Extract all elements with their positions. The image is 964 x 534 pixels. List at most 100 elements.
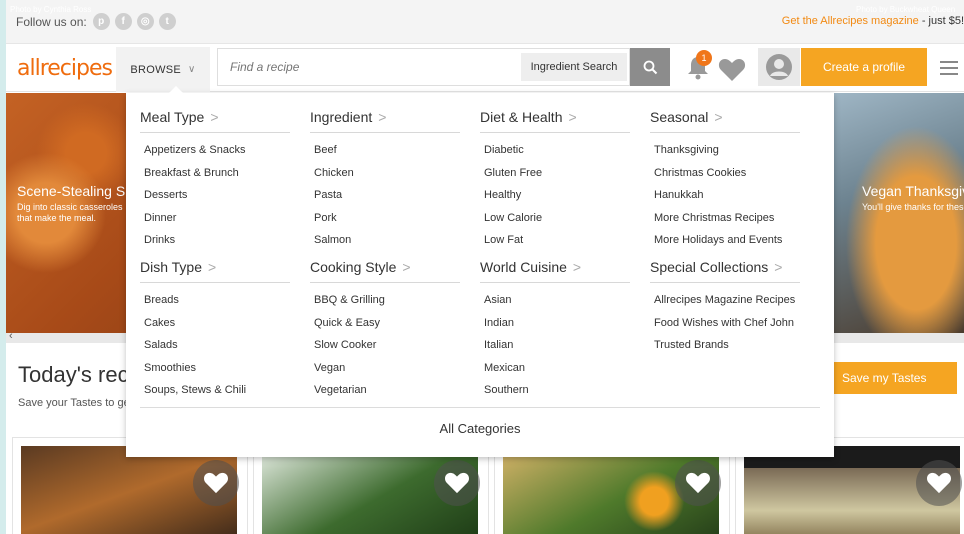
category-link[interactable]: Pasta xyxy=(310,184,460,207)
category-link[interactable]: Diabetic xyxy=(480,139,630,162)
category-column-meal-type: Meal Type > Appetizers & Snacks Breakfast… xyxy=(140,105,290,252)
category-heading[interactable]: Ingredient > xyxy=(310,105,460,133)
category-link[interactable]: Pork xyxy=(310,207,460,230)
save-recipe-button[interactable] xyxy=(916,460,962,506)
magazine-price: - just $5! xyxy=(921,15,964,27)
category-link[interactable]: Dinner xyxy=(140,207,290,230)
category-column-seasonal: Seasonal > Thanksgiving Christmas Cookies… xyxy=(650,105,800,252)
chevron-right-icon: > xyxy=(208,259,217,275)
top-strip: Follow us on: p f ◎ t Get the Allrecipes… xyxy=(6,0,964,44)
instagram-icon[interactable]: ◎ xyxy=(136,13,154,30)
category-heading[interactable]: Diet & Health > xyxy=(480,105,630,133)
category-link[interactable]: Vegan xyxy=(310,357,460,380)
category-link[interactable]: Trusted Brands xyxy=(650,334,800,357)
category-link[interactable]: Indian xyxy=(480,312,630,335)
category-link[interactable]: Low Fat xyxy=(480,229,630,252)
heart-icon xyxy=(718,59,746,81)
category-link[interactable]: BBQ & Grilling xyxy=(310,289,460,312)
heart-icon xyxy=(686,472,710,494)
magazine-promo[interactable]: Get the Allrecipes magazine - just $5! xyxy=(782,15,964,27)
category-link[interactable]: Appetizers & Snacks xyxy=(140,139,290,162)
category-link[interactable]: Thanksgiving xyxy=(650,139,800,162)
category-heading[interactable]: World Cuisine > xyxy=(480,255,630,283)
category-link[interactable]: Hanukkah xyxy=(650,184,800,207)
category-link[interactable]: Vegetarian xyxy=(310,379,460,402)
photo-credit-right: Photo by Buckwheat Queen xyxy=(856,5,956,14)
all-categories-link[interactable]: All Categories xyxy=(126,421,834,436)
category-link[interactable]: Desserts xyxy=(140,184,290,207)
category-link[interactable]: Southern xyxy=(480,379,630,402)
chevron-right-icon: > xyxy=(572,259,582,275)
category-heading[interactable]: Cooking Style > xyxy=(310,255,460,283)
hero-subtitle-left: Dig into classic casseroles that make th… xyxy=(17,202,123,223)
category-link[interactable]: Healthy xyxy=(480,184,630,207)
category-heading[interactable]: Seasonal > xyxy=(650,105,800,133)
avatar-icon xyxy=(766,54,792,80)
favorites-button[interactable] xyxy=(718,58,746,87)
allrecipes-logo[interactable]: allrecipes xyxy=(17,56,113,81)
category-link[interactable]: More Holidays and Events xyxy=(650,229,800,252)
allrecipes-page: Follow us on: p f ◎ t Get the Allrecipes… xyxy=(6,0,964,534)
category-column-cooking-style: Cooking Style > BBQ & Grilling Quick & Ea… xyxy=(310,255,460,402)
chevron-right-icon: > xyxy=(378,109,387,125)
heart-icon xyxy=(445,472,469,494)
browse-button[interactable]: BROWSE ∨ xyxy=(116,47,210,92)
chevron-right-icon: > xyxy=(714,109,723,125)
category-link[interactable]: Allrecipes Magazine Recipes xyxy=(650,289,800,312)
profile-avatar-button[interactable] xyxy=(758,48,800,86)
browse-label: BROWSE xyxy=(130,63,182,76)
category-link[interactable]: Food Wishes with Chef John xyxy=(650,312,800,335)
chevron-right-icon: > xyxy=(402,259,411,275)
heart-icon xyxy=(204,472,228,494)
category-link[interactable]: Beef xyxy=(310,139,460,162)
category-link[interactable]: Smoothies xyxy=(140,357,290,380)
category-link[interactable]: Breakfast & Brunch xyxy=(140,162,290,185)
hero-image-right[interactable] xyxy=(826,93,964,333)
photo-credit-left: Photo by Cynthia Ross xyxy=(10,5,92,14)
chevron-left-icon[interactable]: ‹ xyxy=(9,330,13,342)
browse-dropdown: Meal Type > Appetizers & Snacks Breakfast… xyxy=(126,86,834,457)
social-links: p f ◎ t xyxy=(92,13,176,30)
category-column-special-collections: Special Collections > Allrecipes Magazine… xyxy=(650,255,800,357)
save-recipe-button[interactable] xyxy=(675,460,721,506)
category-link[interactable]: Salmon xyxy=(310,229,460,252)
chevron-down-icon: ∨ xyxy=(188,64,196,75)
category-link[interactable]: Gluten Free xyxy=(480,162,630,185)
category-link[interactable]: Breads xyxy=(140,289,290,312)
category-link[interactable]: Salads xyxy=(140,334,290,357)
follow-us-label: Follow us on: xyxy=(16,14,87,29)
category-link[interactable]: Cakes xyxy=(140,312,290,335)
twitter-icon[interactable]: t xyxy=(158,13,176,30)
category-link[interactable]: Chicken xyxy=(310,162,460,185)
category-link[interactable]: Asian xyxy=(480,289,630,312)
category-link[interactable]: Low Calorie xyxy=(480,207,630,230)
menu-icon[interactable] xyxy=(940,61,958,79)
category-link[interactable]: Quick & Easy xyxy=(310,312,460,335)
search-input[interactable] xyxy=(218,49,520,85)
facebook-icon[interactable]: f xyxy=(114,13,132,30)
create-profile-button[interactable]: Create a profile xyxy=(801,48,927,86)
hero-title-left: Scene-Stealing Sides xyxy=(17,183,127,199)
category-heading[interactable]: Dish Type > xyxy=(140,255,290,283)
category-link[interactable]: Christmas Cookies xyxy=(650,162,800,185)
hero-caption-left[interactable]: Scene-Stealing Sides Dig into classic ca… xyxy=(17,183,127,224)
category-link[interactable]: Slow Cooker xyxy=(310,334,460,357)
save-recipe-button[interactable] xyxy=(434,460,480,506)
notifications-button[interactable]: 1 xyxy=(686,50,712,80)
category-heading[interactable]: Meal Type > xyxy=(140,105,290,133)
hero-caption-right[interactable]: Vegan Thanksgiving You'll give thanks fo… xyxy=(862,183,964,212)
category-link[interactable]: Italian xyxy=(480,334,630,357)
save-tastes-button[interactable]: Save my Tastes xyxy=(828,362,957,394)
pinterest-icon[interactable]: p xyxy=(92,13,110,30)
ingredient-search-button[interactable]: Ingredient Search xyxy=(521,53,627,81)
heart-icon xyxy=(927,472,951,494)
save-recipe-button[interactable] xyxy=(193,460,239,506)
category-link[interactable]: More Christmas Recipes xyxy=(650,207,800,230)
search-icon xyxy=(643,60,657,74)
search-button[interactable] xyxy=(630,48,670,86)
category-link[interactable]: Drinks xyxy=(140,229,290,252)
category-heading[interactable]: Special Collections > xyxy=(650,255,800,283)
category-link[interactable]: Soups, Stews & Chili xyxy=(140,379,290,402)
category-link[interactable]: Mexican xyxy=(480,357,630,380)
magazine-promo-link[interactable]: Get the Allrecipes magazine xyxy=(782,15,919,27)
